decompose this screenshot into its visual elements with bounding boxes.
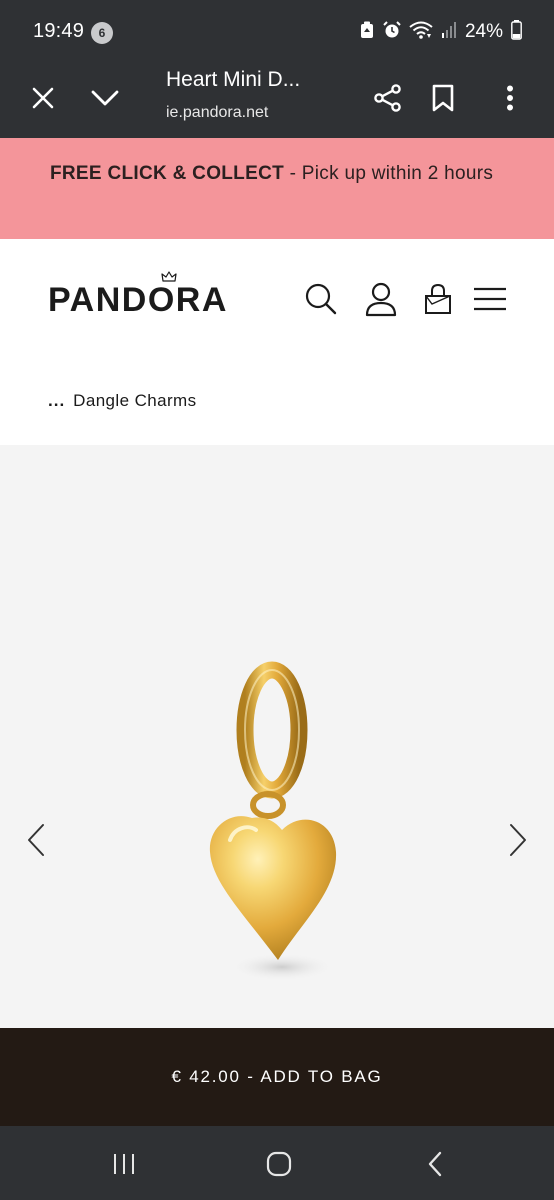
menu-icon[interactable]: [472, 281, 508, 317]
share-icon[interactable]: [366, 76, 410, 120]
breadcrumb-ellipsis[interactable]: ...: [48, 391, 65, 410]
status-bar: 19:49 6 24%: [0, 0, 554, 62]
search-icon[interactable]: [303, 281, 339, 317]
page-title[interactable]: Heart Mini D...: [166, 68, 300, 92]
chevron-left-icon[interactable]: [21, 820, 51, 860]
more-vert-icon[interactable]: [488, 76, 532, 120]
status-icons: 24%: [359, 19, 522, 45]
breadcrumb-item-dangle-charms[interactable]: Dangle Charms: [73, 391, 196, 410]
promo-text: - Pick up within 2 hours: [284, 163, 494, 184]
add-to-bag-button[interactable]: € 42.00 - ADD TO BAG: [0, 1028, 554, 1126]
site-header: PANDORA ... Dangle Charms: [0, 239, 554, 445]
bookmark-icon[interactable]: [421, 76, 465, 120]
alarm-icon: [383, 20, 401, 44]
system-nav-bar: [0, 1126, 554, 1200]
chevron-right-icon[interactable]: [503, 820, 533, 860]
recycle-icon: [359, 21, 375, 44]
battery-icon: [511, 19, 522, 45]
account-icon[interactable]: [363, 281, 399, 317]
breadcrumb[interactable]: ... Dangle Charms: [48, 391, 196, 411]
back-icon[interactable]: [415, 1146, 455, 1182]
browser-toolbar: Heart Mini D... ie.pandora.net: [0, 62, 554, 138]
notification-count-badge: 6: [91, 22, 113, 44]
close-icon[interactable]: [21, 76, 65, 120]
recent-apps-icon[interactable]: [104, 1146, 144, 1182]
product-image-heart-charm[interactable]: [190, 660, 370, 995]
home-icon[interactable]: [259, 1146, 299, 1182]
chevron-down-icon[interactable]: [83, 76, 127, 120]
page-url[interactable]: ie.pandora.net: [166, 104, 268, 122]
product-gallery[interactable]: [0, 445, 554, 1028]
wifi-icon: [409, 21, 433, 44]
shopping-bag-icon[interactable]: [420, 281, 456, 317]
promo-banner[interactable]: FREE CLICK & COLLECT - Pick up within 2 …: [0, 138, 554, 239]
logo-text: PANDORA: [48, 281, 228, 319]
status-time: 19:49: [33, 20, 85, 42]
promo-bold-text: FREE CLICK & COLLECT: [50, 163, 284, 184]
battery-percentage: 24%: [464, 21, 503, 42]
signal-icon: [441, 21, 457, 44]
